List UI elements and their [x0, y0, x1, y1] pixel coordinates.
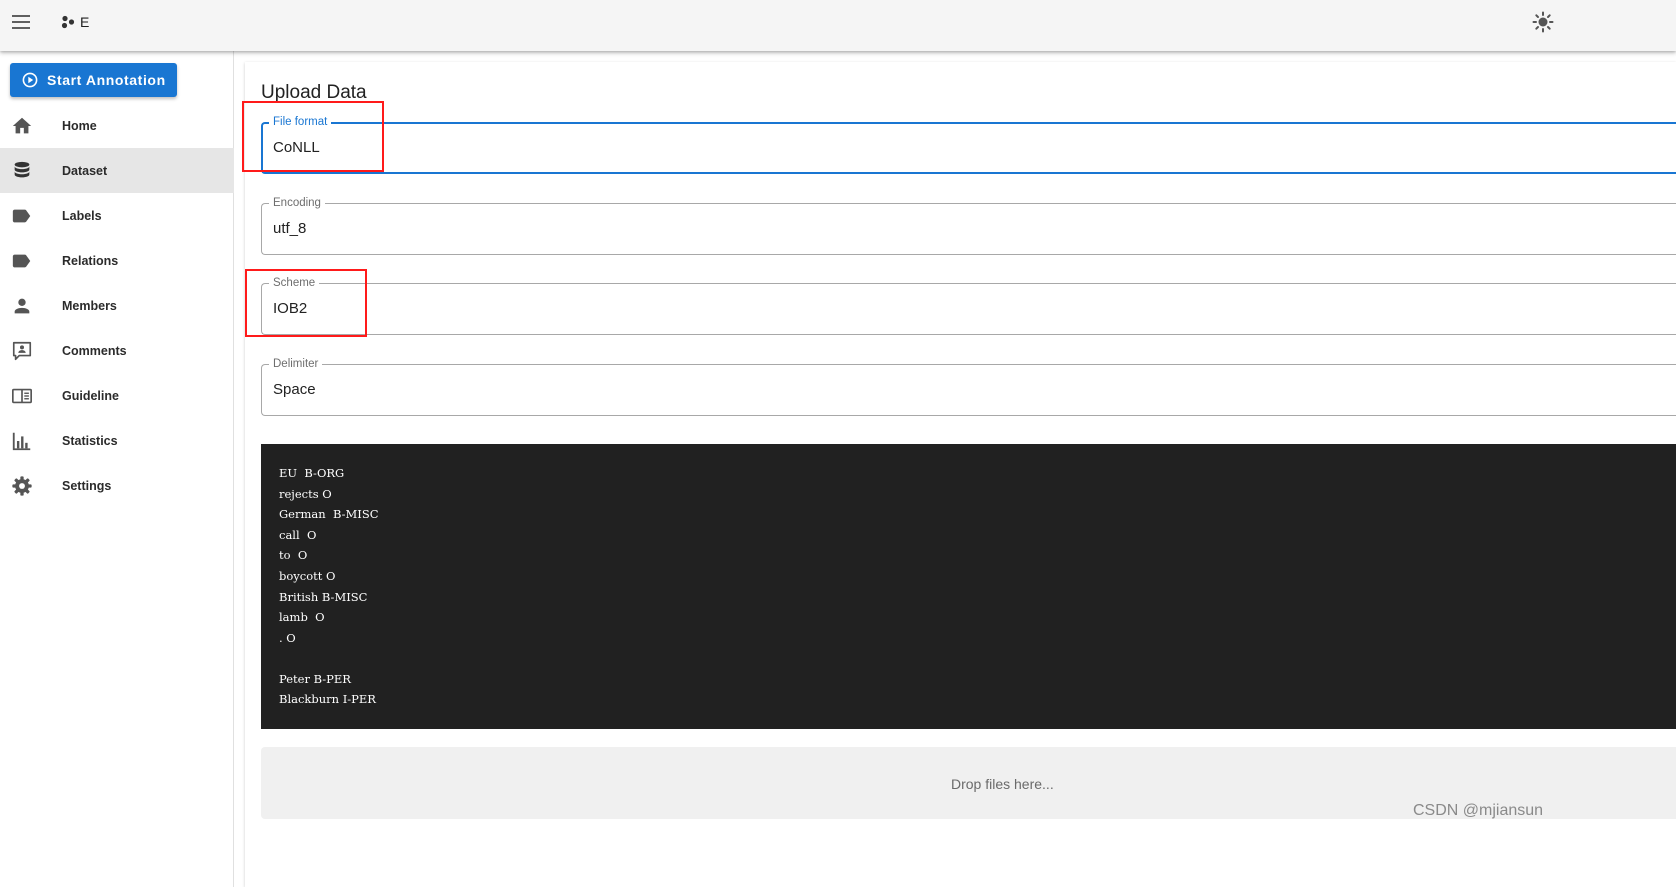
sidebar-item-label: Dataset [62, 163, 108, 178]
sidebar-item-members[interactable]: Members [0, 283, 234, 328]
sidebar-item-settings[interactable]: Settings [0, 463, 234, 508]
sidebar-item-label: Members [62, 298, 117, 313]
delimiter-value: Space [273, 381, 316, 398]
book-open-icon [12, 388, 32, 403]
start-annotation-button[interactable]: Start Annotation [10, 63, 177, 97]
sidebar-item-statistics[interactable]: Statistics [0, 418, 234, 463]
scheme-value: IOB2 [273, 300, 308, 317]
encoding-select[interactable]: Encoding utf_8 [261, 196, 1676, 255]
sidebar-item-label: Labels [62, 208, 102, 223]
code-line: . O [279, 631, 296, 645]
code-line: EU B-ORG [279, 466, 345, 480]
encoding-label: Encoding [269, 196, 325, 210]
start-annotation-label: Start Annotation [47, 72, 166, 88]
sidebar-item-labels[interactable]: Labels [0, 193, 234, 238]
code-line: British B-MISC [279, 590, 368, 604]
app-logo-icon [61, 15, 75, 29]
code-line: call O [279, 528, 317, 542]
code-line: boycott O [279, 569, 336, 583]
play-circle-icon [22, 72, 38, 88]
scheme-label: Scheme [269, 276, 320, 290]
code-line: German B-MISC [279, 507, 379, 521]
sidebar-item-label: Settings [62, 478, 112, 493]
code-line: rejects O [279, 487, 332, 501]
sidebar-item-comments[interactable]: Comments [0, 328, 234, 373]
sidebar-item-label: Comments [62, 343, 127, 358]
watermark: CSDN @mjiansun [1413, 802, 1544, 819]
app-bar: E [0, 0, 1676, 51]
delimiter-label: Delimiter [269, 357, 323, 371]
sidebar-item-relations[interactable]: Relations [0, 238, 234, 283]
file-format-select[interactable]: File format CoNLL [261, 115, 1676, 174]
sidebar-item-dataset[interactable]: Dataset [0, 148, 234, 193]
bar-chart-icon [12, 432, 31, 450]
delimiter-select[interactable]: Delimiter Space [261, 357, 1676, 416]
dropzone-text: Drop files here... [951, 776, 1054, 792]
app-title[interactable]: E [80, 14, 89, 30]
scheme-select[interactable]: Scheme IOB2 [261, 276, 1676, 335]
sidebar: Start Annotation Home Dataset Labels Rel… [0, 51, 234, 887]
database-icon [14, 161, 30, 177]
hamburger-menu-icon[interactable] [12, 14, 32, 30]
code-line: Peter B-PER [279, 672, 351, 686]
encoding-value: utf_8 [273, 220, 307, 237]
page-title: Upload Data [261, 82, 367, 103]
gear-icon [12, 475, 32, 496]
upload-data-card: Upload Data File format CoNLL Encoding u… [245, 62, 1676, 887]
file-format-label: File format [269, 115, 332, 129]
comment-account-icon [12, 341, 32, 360]
sidebar-item-label: Home [62, 118, 97, 133]
code-line: to O [279, 548, 308, 562]
sidebar-item-guideline[interactable]: Guideline [0, 373, 234, 418]
code-line: Blackburn I-PER [279, 692, 376, 706]
sun-theme-toggle-icon[interactable] [1532, 11, 1554, 33]
sidebar-item-label: Relations [62, 253, 119, 268]
sidebar-item-label: Guideline [62, 388, 119, 403]
code-line: lamb O [279, 610, 325, 624]
sidebar-item-label: Statistics [62, 433, 118, 448]
home-icon [12, 117, 32, 133]
format-example-code-block: EU B-ORG rejects O German B-MISC call O … [261, 444, 1676, 729]
person-icon [14, 298, 30, 313]
file-format-value: CoNLL [273, 139, 320, 156]
sidebar-item-home[interactable]: Home [0, 103, 234, 148]
label-icon [12, 209, 31, 222]
label-icon [12, 254, 31, 267]
